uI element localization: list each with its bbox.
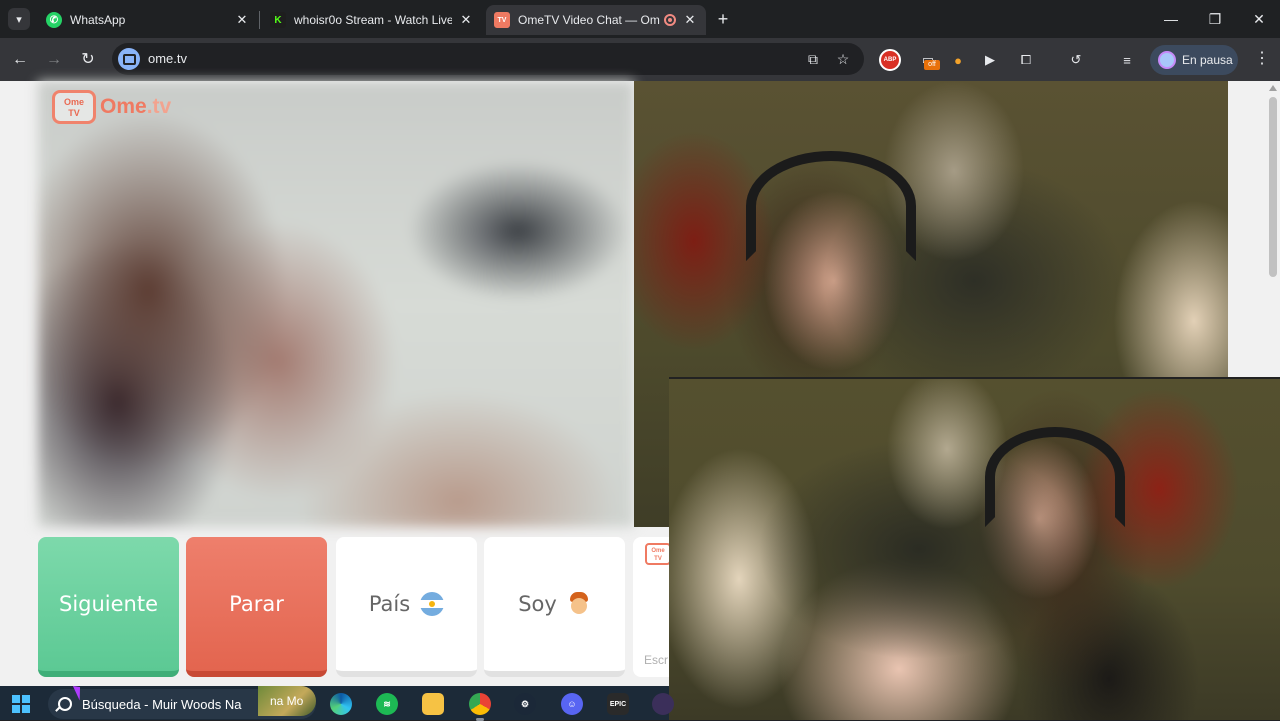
country-filter-button[interactable]: País xyxy=(336,537,477,677)
tab-title: OmeTV Video Chat — Ome xyxy=(518,13,660,27)
install-app-icon[interactable]: ⧉ xyxy=(804,50,822,68)
bookmark-star-icon[interactable]: ☆ xyxy=(834,50,852,68)
adblock-plus-icon[interactable]: ABP xyxy=(879,49,901,71)
honey-extension-icon[interactable]: ● xyxy=(947,49,969,71)
tab-search-chevron-icon[interactable]: ▾ xyxy=(8,8,30,30)
close-tab-icon[interactable]: ✕ xyxy=(682,12,698,28)
chrome-icon[interactable] xyxy=(469,693,491,721)
close-tab-icon[interactable]: ✕ xyxy=(458,12,474,28)
ometv-logo-badge: Ome TV xyxy=(52,90,96,124)
browser-menu-icon[interactable]: ⋮ xyxy=(1252,48,1272,72)
close-window-button[interactable]: ✕ xyxy=(1244,6,1274,32)
remote-video-blurred xyxy=(38,81,634,527)
profile-avatar-icon xyxy=(1158,51,1176,69)
media-controls-icon[interactable]: ≡ xyxy=(1116,49,1138,71)
tab-title: WhatsApp xyxy=(70,13,126,27)
file-explorer-icon[interactable] xyxy=(422,693,444,715)
chat-logo-bottom: TV xyxy=(654,556,662,562)
ometv-logo: Ome TV Ome.tv xyxy=(52,90,171,124)
search-box-text: Búsqueda - Muir Woods Na xyxy=(82,696,242,712)
search-thumb-text: na Mo xyxy=(270,694,304,708)
play-extension-icon[interactable]: ▶ xyxy=(979,49,1001,71)
logo-badge-top: Ome xyxy=(63,97,84,107)
epic-games-icon[interactable]: EPIC xyxy=(607,693,629,715)
headphones-shape xyxy=(985,427,1125,527)
chat-message-input[interactable]: Escr xyxy=(644,653,668,667)
tab-title: whoisr0o Stream - Watch Live c xyxy=(294,13,452,27)
tab-strip: ▾ ✆ WhatsApp ✕ K whoisr0o Stream - Watch… xyxy=(0,0,1280,38)
stop-button[interactable]: Parar xyxy=(186,537,327,677)
stream-camera-overlay xyxy=(669,377,1280,720)
steam-icon[interactable]: ⚙ xyxy=(514,693,536,715)
scroll-up-arrow-icon[interactable] xyxy=(1269,85,1277,91)
ometv-logo-word: Ome.tv xyxy=(100,95,171,119)
minimize-button[interactable]: — xyxy=(1156,6,1186,32)
site-info-camera-icon[interactable] xyxy=(118,48,140,70)
argentina-flag-icon xyxy=(420,592,445,616)
restore-button[interactable]: ❐ xyxy=(1200,6,1230,32)
windows-start-icon[interactable] xyxy=(12,695,30,713)
tab-ometv[interactable]: TV OmeTV Video Chat — Ome ✕ xyxy=(486,5,706,35)
ometv-favicon-icon: TV xyxy=(494,12,510,28)
tab-separator xyxy=(259,11,260,29)
logo-word-suffix: .tv xyxy=(146,95,172,118)
chat-logo-top: Ome xyxy=(651,548,665,554)
address-bar[interactable]: ome.tv ⧉ ☆ xyxy=(112,43,864,75)
country-label: País xyxy=(368,592,411,616)
search-icon xyxy=(58,697,72,711)
kick-icon: K xyxy=(270,12,286,28)
profile-status-label: En pausa xyxy=(1182,53,1233,67)
chat-ometv-logo: Ome TV xyxy=(645,543,671,565)
logo-word-main: Ome xyxy=(100,95,147,118)
forward-arrow-icon[interactable]: → xyxy=(42,48,66,72)
reload-icon[interactable]: ↻ xyxy=(76,48,100,72)
spotify-icon[interactable]: ≋ xyxy=(376,693,398,715)
tab-whatsapp[interactable]: ✆ WhatsApp ✕ xyxy=(38,5,258,35)
whatsapp-icon: ✆ xyxy=(46,12,62,28)
scrollbar-thumb[interactable] xyxy=(1269,97,1277,277)
tab-kick-stream[interactable]: K whoisr0o Stream - Watch Live c ✕ xyxy=(262,5,482,35)
extensions-puzzle-icon[interactable]: ⧠ xyxy=(1015,49,1037,71)
back-arrow-icon[interactable]: ← xyxy=(8,48,32,72)
recording-indicator-icon xyxy=(664,14,676,26)
search-highlight-thumbnail: na Mo xyxy=(258,686,316,716)
next-button[interactable]: Siguiente xyxy=(38,537,179,677)
browser-toolbar: ← → ↻ ome.tv ⧉ ☆ ABP ▭ ● ▶ ⧠ ↺ ≡ En paus… xyxy=(0,38,1280,81)
gender-select-button[interactable]: Soy xyxy=(484,537,625,677)
gender-label: Soy xyxy=(518,592,557,616)
history-icon[interactable]: ↺ xyxy=(1065,49,1087,71)
edge-icon[interactable] xyxy=(330,693,352,715)
new-tab-button[interactable]: + xyxy=(712,8,734,30)
close-tab-icon[interactable]: ✕ xyxy=(234,12,250,28)
discord-icon[interactable]: ☺ xyxy=(561,693,583,715)
extension-off-badge: off xyxy=(924,60,940,70)
chat-panel: Ome TV Escr xyxy=(633,537,673,677)
boy-emoji-icon xyxy=(567,592,591,616)
obs-icon[interactable] xyxy=(652,693,674,715)
logo-badge-bottom: TV xyxy=(68,108,80,118)
url-text: ome.tv xyxy=(148,51,188,66)
profile-paused-button[interactable]: En pausa xyxy=(1150,45,1238,75)
headphones-shape xyxy=(746,151,916,261)
